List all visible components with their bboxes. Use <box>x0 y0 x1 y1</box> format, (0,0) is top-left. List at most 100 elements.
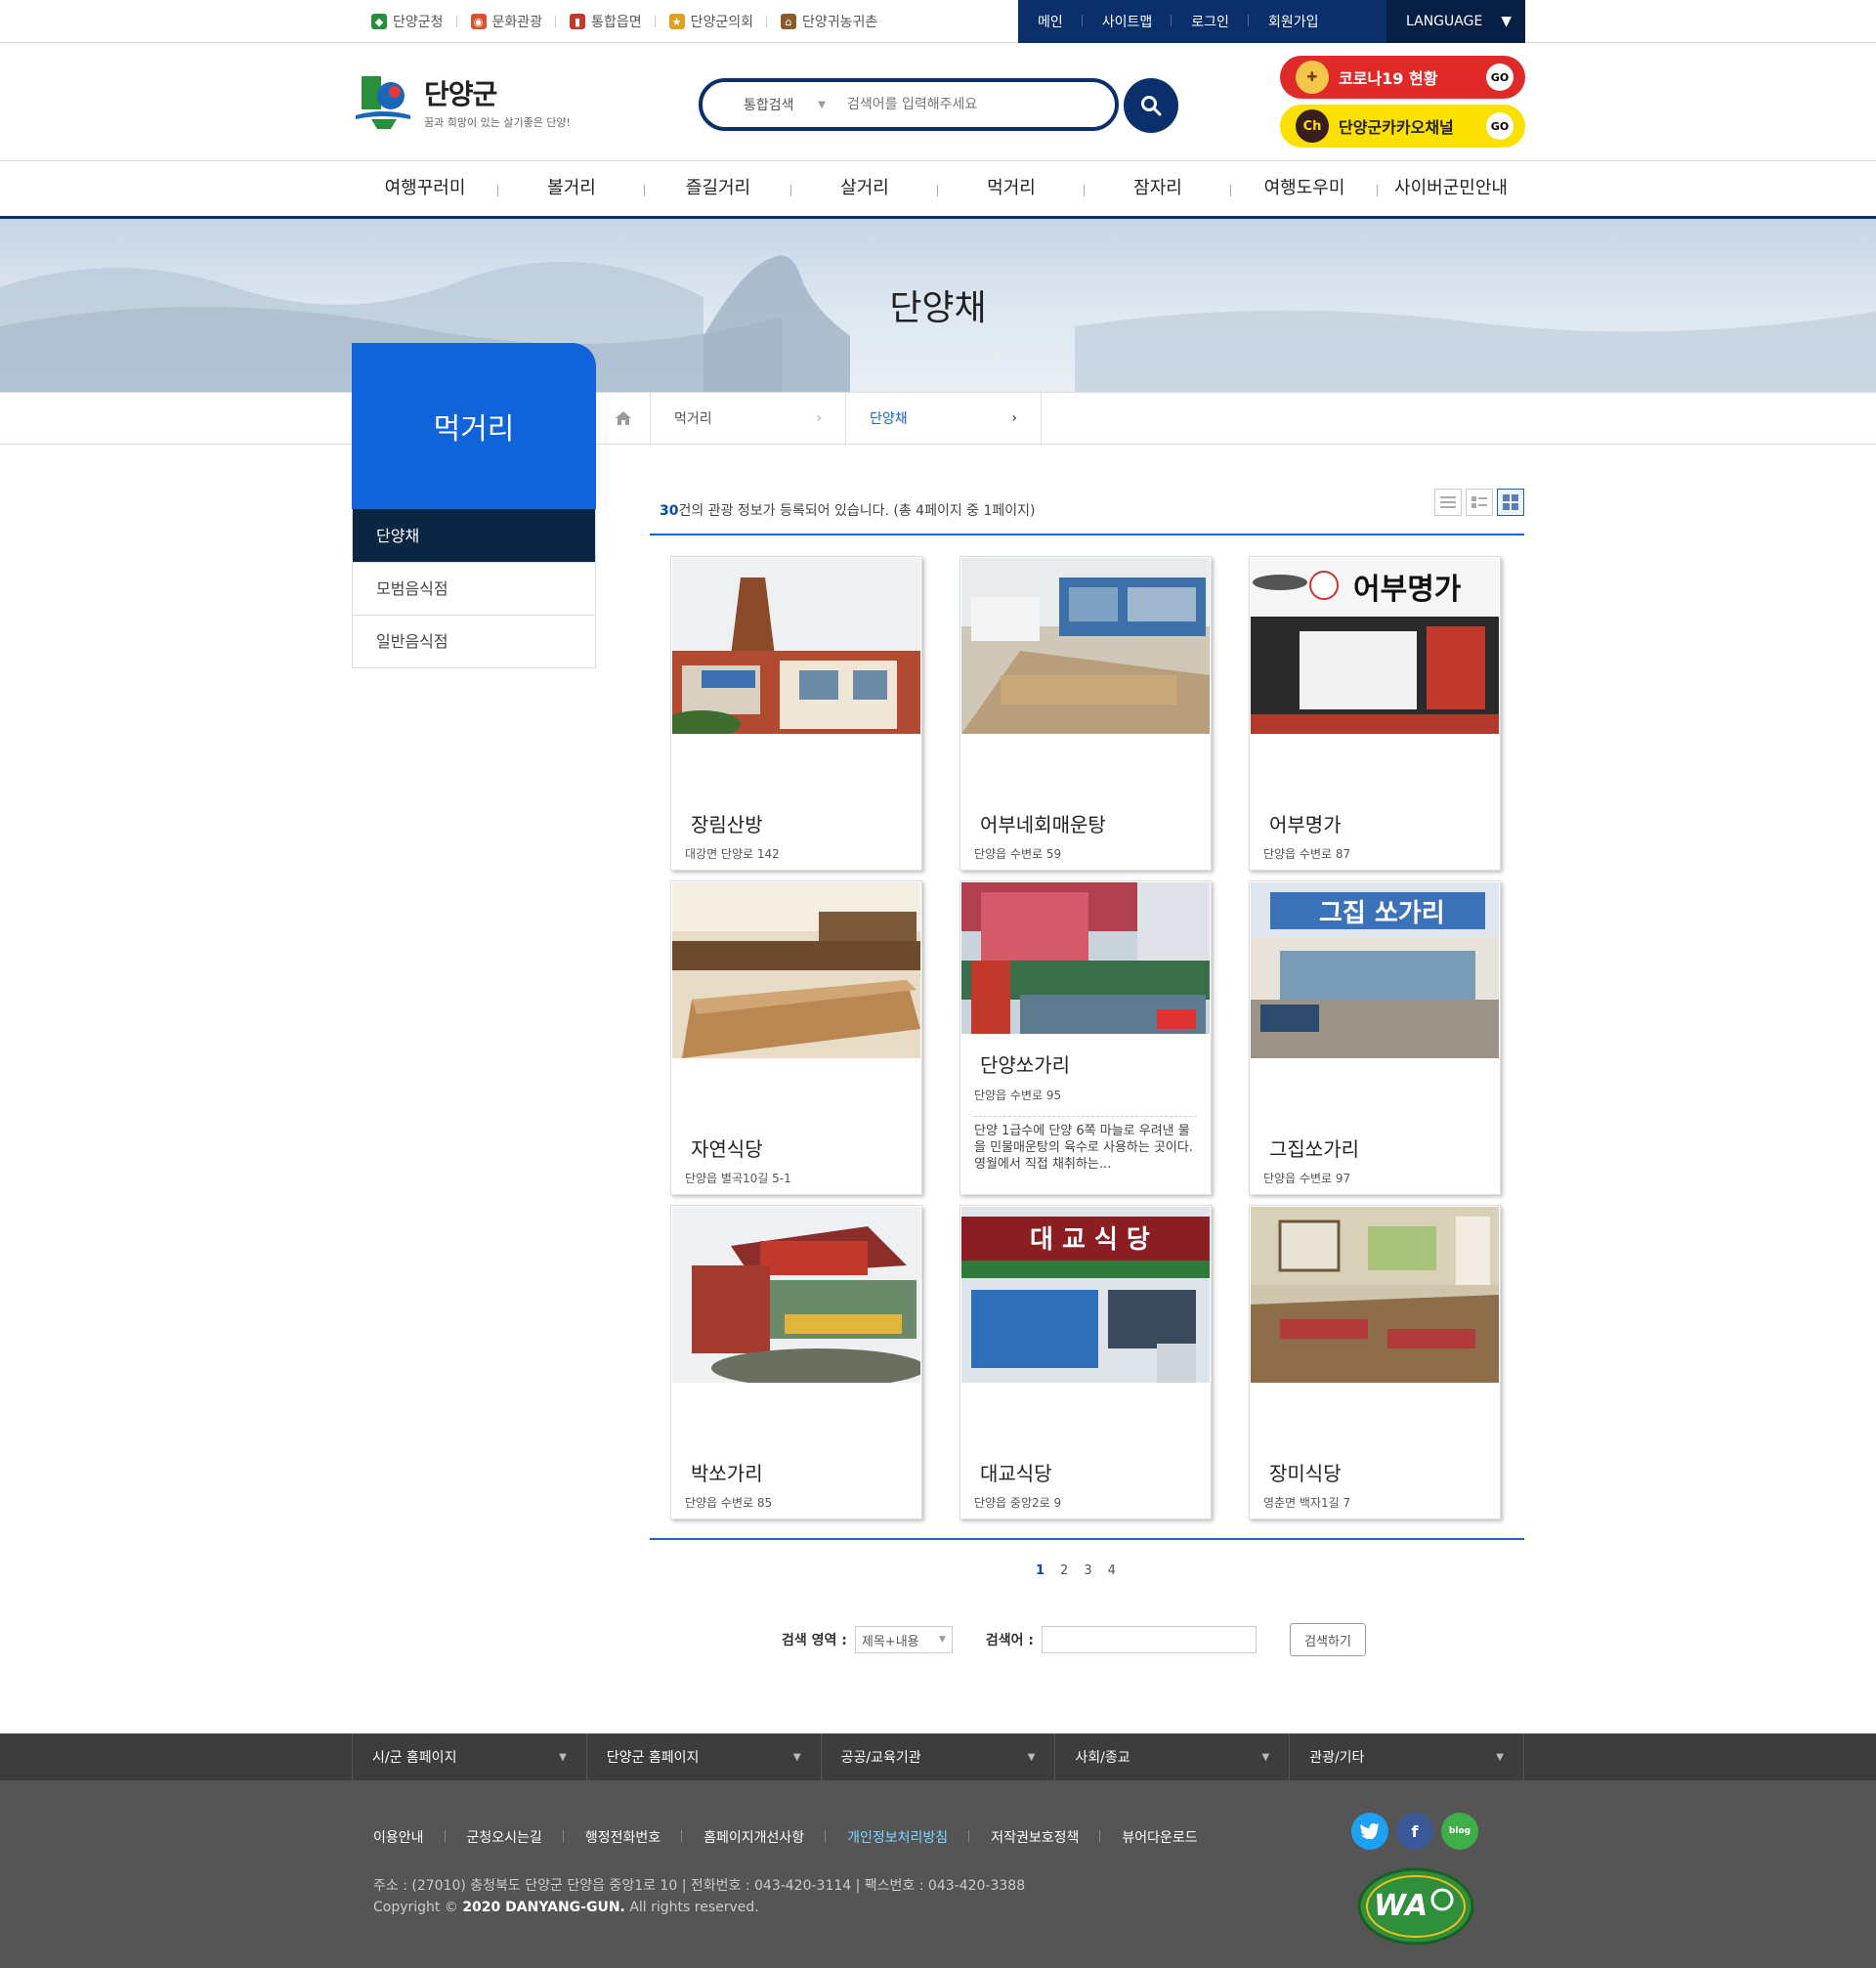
restaurant-photo <box>672 1207 920 1383</box>
related-sites-bar: 시/군 홈페이지 ▼ 단양군 홈페이지 ▼ 공공/교육기관 ▼ 사회/종교 ▼ 관광/기… <box>0 1733 1876 1780</box>
side-menu-item-general-restaurant[interactable]: 일반음식점 <box>353 615 595 667</box>
related-site-select-society[interactable]: 사회/종교 ▼ <box>1055 1733 1291 1780</box>
restaurant-card[interactable]: 어부네회매운탕 단양읍 수변로 59 <box>959 556 1212 871</box>
restaurant-photo: 어부명가 <box>1251 558 1499 734</box>
footer-link-copyright[interactable]: 저작권보호정책 <box>991 1827 1101 1847</box>
related-site-select-tour[interactable]: 관광/기타 ▼ <box>1290 1733 1524 1780</box>
toplink-danyang-gov[interactable]: ◆ 단양군청 <box>371 12 457 31</box>
gnb-activities[interactable]: 즐길거리 <box>645 161 791 216</box>
restaurant-photo <box>961 882 1210 1034</box>
lnb-title: 먹거리 <box>352 343 596 509</box>
main-navigation: 여행꾸러미 볼거리 즐길거리 살거리 먹거리 잠자리 여행도우미 사이버군민안내 <box>0 160 1876 219</box>
restaurant-card[interactable]: 어부명가 어부명가 단양읍 수변로 87 <box>1249 556 1501 871</box>
breadcrumb-item-food[interactable]: 먹거리 › <box>651 393 846 444</box>
keyword-label: 검색어 : <box>985 1633 1034 1648</box>
result-count-suffix: 건의 관광 정보가 등록되어 있습니다. (총 4페이지 중 1페이지) <box>678 503 1036 519</box>
breadcrumb-home[interactable] <box>596 393 651 444</box>
camera-icon: ◉ <box>470 14 487 29</box>
footer-link-improvement[interactable]: 홈페이지개선사항 <box>704 1827 827 1847</box>
logo-title: 단양군 <box>424 78 497 110</box>
footer-link-directions[interactable]: 군청오시는길 <box>467 1827 565 1847</box>
restaurant-address: 단양읍 수변로 95 <box>974 1089 1062 1102</box>
search-input[interactable] <box>837 97 1115 112</box>
restaurant-card[interactable]: 장림산방 대강면 단양로 142 <box>670 556 922 871</box>
copyright-suffix: All rights reserved. <box>629 1900 759 1915</box>
site-logo[interactable]: 단양군 꿈과 희망이 있는 살기좋은 단양! <box>352 70 571 133</box>
chevron-right-icon: › <box>1011 410 1017 426</box>
search-submit-button[interactable]: 검색하기 <box>1290 1623 1366 1656</box>
gnb-food[interactable]: 먹거리 <box>938 161 1085 216</box>
toplink-council[interactable]: ★ 단양군의회 <box>668 12 768 31</box>
gnb-travel-package[interactable]: 여행꾸러미 <box>352 161 498 216</box>
restaurant-card[interactable]: 대 교 식 당 대교식당 단양읍 중앙2로 9 <box>959 1205 1212 1519</box>
restaurant-photo <box>1251 1207 1499 1383</box>
signup-link[interactable]: 회원가입 <box>1249 12 1339 31</box>
web-accessibility-mark-icon: WA <box>1356 1864 1475 1948</box>
gnb-travel-helper[interactable]: 여행도우미 <box>1231 161 1378 216</box>
language-dropdown[interactable]: LANGUAGE ▼ <box>1386 0 1525 43</box>
language-label: LANGUAGE <box>1406 14 1483 29</box>
restaurant-card[interactable]: 장미식당 영춘면 백자1길 7 <box>1249 1205 1501 1519</box>
related-site-select-city[interactable]: 시/군 홈페이지 ▼ <box>353 1733 587 1780</box>
restaurant-photo: 그집 쏘가리 <box>1251 882 1499 1058</box>
page-link-4[interactable]: 4 <box>1108 1563 1116 1578</box>
gnb-shopping[interactable]: 살거리 <box>791 161 938 216</box>
toplink-culture-tour[interactable]: ◉ 문화관광 <box>470 12 557 31</box>
facebook-icon[interactable]: f <box>1396 1813 1433 1850</box>
toplink-label: 단양귀농귀촌 <box>802 15 878 30</box>
toplink-towns[interactable]: ▮ 통합읍면 <box>570 12 656 31</box>
family-site-links: ◆ 단양군청 ◉ 문화관광 ▮ 통합읍면 ★ 단양군의회 ⌂ 단양귀농귀촌 <box>371 0 905 43</box>
list-view-button[interactable] <box>1434 489 1462 516</box>
gnb-lodging[interactable]: 잠자리 <box>1085 161 1231 216</box>
page-link-2[interactable]: 2 <box>1060 1563 1068 1578</box>
restaurant-card[interactable]: 그집 쏘가리 그집쏘가리 단양읍 수변로 97 <box>1249 880 1501 1195</box>
toplink-label: 문화관광 <box>491 15 543 30</box>
footer-link-privacy[interactable]: 개인정보처리방침 <box>847 1827 970 1847</box>
keyword-input[interactable] <box>1042 1626 1257 1653</box>
page-link-3[interactable]: 3 <box>1084 1563 1091 1578</box>
login-link[interactable]: 로그인 <box>1172 12 1249 31</box>
list-icon <box>1440 496 1456 508</box>
related-site-select-danyang[interactable]: 단양군 홈페이지 ▼ <box>587 1733 822 1780</box>
page-link-1[interactable]: 1 <box>1036 1563 1045 1578</box>
related-site-label: 사회/종교 <box>1075 1750 1130 1766</box>
sitemap-link[interactable]: 사이트맵 <box>1083 12 1172 31</box>
footer-address: 주소 : (27010) 충청북도 단양군 단양읍 중앙1로 10 | 전화번호… <box>373 1878 1026 1894</box>
top-utility-bar: ◆ 단양군청 ◉ 문화관광 ▮ 통합읍면 ★ 단양군의회 ⌂ 단양귀농귀촌 메인… <box>0 0 1876 43</box>
search-button[interactable] <box>1124 78 1178 133</box>
breadcrumb-item-current[interactable]: 단양채 › <box>846 393 1042 444</box>
gnb-sights[interactable]: 볼거리 <box>498 161 645 216</box>
restaurant-card[interactable]: 단양쏘가리 단양읍 수변로 95 단양 1급수에 단양 6쪽 마늘로 우려낸 물… <box>959 880 1212 1195</box>
covid-banner-label: 코로나19 현황 <box>1339 69 1438 88</box>
restaurant-address: 단양읍 별곡10길 5-1 <box>685 1172 791 1185</box>
dropdown-arrow-icon: ▼ <box>1501 14 1512 29</box>
restaurant-address: 단양읍 수변로 85 <box>685 1496 773 1510</box>
side-menu-item-danyangchae[interactable]: 단양채 <box>353 509 595 562</box>
toplink-label: 단양군의회 <box>690 15 753 30</box>
footer-link-phone[interactable]: 행정전화번호 <box>585 1827 683 1847</box>
thumbnail-list-view-button[interactable] <box>1466 489 1493 516</box>
grid-view-button[interactable] <box>1497 489 1524 516</box>
blog-icon[interactable]: blog <box>1441 1813 1478 1850</box>
copyright-owner: 2020 DANYANG-GUN. <box>462 1900 625 1915</box>
search-area-select[interactable]: 제목+내용 ▼ <box>854 1626 953 1653</box>
side-menu-item-model-restaurant[interactable]: 모범음식점 <box>353 562 595 615</box>
related-site-select-public[interactable]: 공공/교육기관 ▼ <box>822 1733 1056 1780</box>
twitter-icon[interactable] <box>1351 1813 1388 1850</box>
footer-link-usage[interactable]: 이용안내 <box>373 1827 446 1847</box>
restaurant-card[interactable]: 자연식당 단양읍 별곡10길 5-1 <box>670 880 922 1195</box>
related-site-label: 관광/기타 <box>1309 1750 1365 1766</box>
covid-status-banner[interactable]: ✚ 코로나19 현황 GO <box>1280 56 1525 99</box>
gnb-cyber-guide[interactable]: 사이버군민안내 <box>1378 161 1524 216</box>
restaurant-photo <box>961 558 1210 734</box>
toplink-farming-return[interactable]: ⌂ 단양귀농귀촌 <box>781 12 891 31</box>
main-link[interactable]: 메인 <box>1018 12 1083 31</box>
footer-link-viewer[interactable]: 뷰어다운로드 <box>1122 1827 1218 1847</box>
user-menu: 메인 사이트맵 로그인 회원가입 LANGUAGE ▼ <box>1018 0 1525 43</box>
logo-slogan: 꿈과 희망이 있는 살기좋은 단양! <box>424 116 571 129</box>
restaurant-photo <box>672 558 920 734</box>
kakao-channel-banner[interactable]: Ch 단양군카카오채널 GO <box>1280 105 1525 148</box>
gov-logo-icon: ◆ <box>371 14 387 29</box>
search-scope-select[interactable]: 통합검색 ▼ <box>703 95 837 114</box>
restaurant-card[interactable]: 박쏘가리 단양읍 수변로 85 <box>670 1205 922 1519</box>
